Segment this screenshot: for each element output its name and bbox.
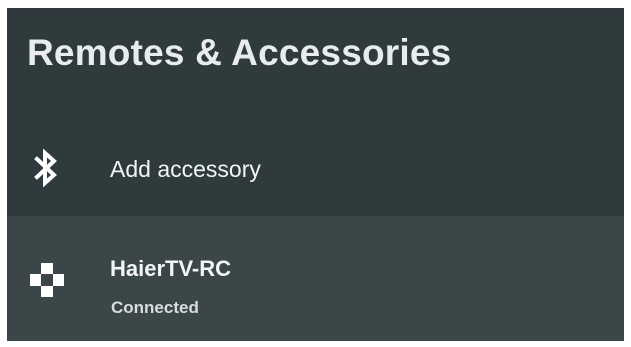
settings-screen: Remotes & Accessories Add accessory Haie… [7, 8, 624, 341]
add-accessory-label: Add accessory [110, 156, 261, 182]
bluetooth-icon [34, 149, 57, 187]
page-title: Remotes & Accessories [27, 32, 452, 73]
device-item-haiertv-rc[interactable]: HaierTV-RC Connected [7, 216, 624, 341]
gamepad-icon [30, 263, 64, 297]
add-accessory-item[interactable]: Add accessory [7, 126, 624, 216]
device-status: Connected [111, 298, 199, 317]
device-name: HaierTV-RC [110, 256, 232, 281]
